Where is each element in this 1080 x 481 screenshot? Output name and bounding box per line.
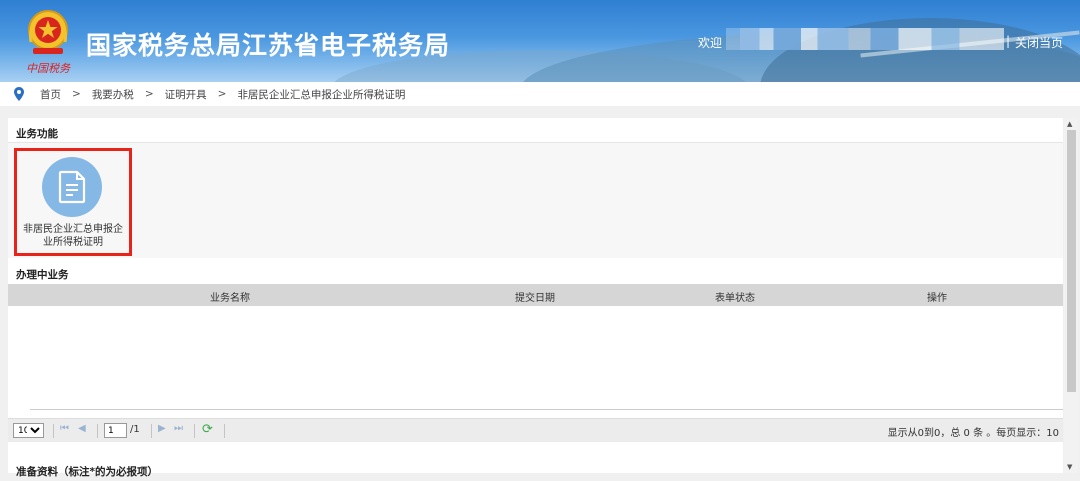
breadcrumb-current: 非居民企业汇总申报企业所得税证明 [237,88,406,101]
total-pages: /1 [130,424,140,435]
in-progress-title: 办理中业务 [16,269,69,281]
header-separator: | [1006,34,1011,48]
next-page-icon[interactable]: ▶ [158,423,166,434]
page-number-input[interactable] [104,423,127,438]
username-redacted [726,28,1004,50]
vertical-scrollbar[interactable]: ▲ ▼ [1064,118,1078,473]
business-functions-area: 非居民企业汇总申报企业所得税证明 [8,142,1063,258]
breadcrumb-certificate[interactable]: 证明开具 [165,87,207,102]
pager-divider [97,424,98,438]
horizontal-scrollbar[interactable] [30,409,1063,410]
last-page-icon[interactable]: ⏭ [174,423,183,434]
table-header: 业务名称 提交日期 表单状态 操作 [8,284,1063,306]
nonresident-certificate-tile[interactable]: 非居民企业汇总申报企业所得税证明 [14,148,132,256]
breadcrumb-arrow: > [72,88,81,100]
breadcrumb-home[interactable]: 首页 [40,87,61,102]
pager-divider [53,424,54,438]
breadcrumb: 首页 > 我要办税 > 证明开具 > 非居民企业汇总申报企业所得税证明 [0,82,1080,106]
pager: 10 ⏮ ◀ /1 ▶ ⏭ ⟳ 显示从0到0，总 0 条 。每页显示：10 [8,418,1063,442]
page-size-select[interactable]: 10 [13,423,44,438]
column-business-name[interactable]: 业务名称 [210,289,250,304]
column-form-status[interactable]: 表单状态 [715,289,755,304]
breadcrumb-arrow: > [217,88,227,100]
location-pin-icon [14,87,24,101]
pager-divider [151,424,152,438]
scroll-down-icon[interactable]: ▼ [1067,463,1072,471]
icon-circle [42,157,102,217]
business-functions-title: 业务功能 [16,128,58,140]
column-submit-date[interactable]: 提交日期 [515,289,555,304]
prev-page-icon[interactable]: ◀ [78,423,86,434]
pager-info: 显示从0到0，总 0 条 。每页显示：10 [887,428,1059,439]
close-page-link[interactable]: 关闭当页 [1015,34,1063,51]
pager-divider [194,424,195,438]
scrollbar-thumb[interactable] [1067,130,1076,392]
table-body [8,306,1063,410]
refresh-icon[interactable]: ⟳ [202,422,213,437]
tax-emblem-icon [28,10,68,54]
header-slogan: 中国税务 [26,62,70,75]
tile-label: 非居民企业汇总申报企业所得税证明 [23,224,123,248]
site-title: 国家税务总局江苏省电子税务局 [86,32,451,60]
scroll-up-icon[interactable]: ▲ [1067,120,1072,128]
first-page-icon[interactable]: ⏮ [60,423,69,434]
breadcrumb-tax-handling[interactable]: 我要办税 [92,87,134,102]
document-icon [58,170,86,204]
site-header: 中国税务 国家税务总局江苏省电子税务局 欢迎 | 关闭当页 [0,0,1080,82]
column-action[interactable]: 操作 [927,289,947,304]
prepare-materials-title: 准备资料（标注*的为必报项） [16,466,158,478]
welcome-label: 欢迎 [698,36,723,50]
pager-divider [224,424,225,438]
breadcrumb-arrow: > [144,88,154,100]
main-panel: 业务功能 非居民企业汇总申报企业所得税证明 办理中业务 业务名称 提交日期 表单… [8,118,1063,478]
